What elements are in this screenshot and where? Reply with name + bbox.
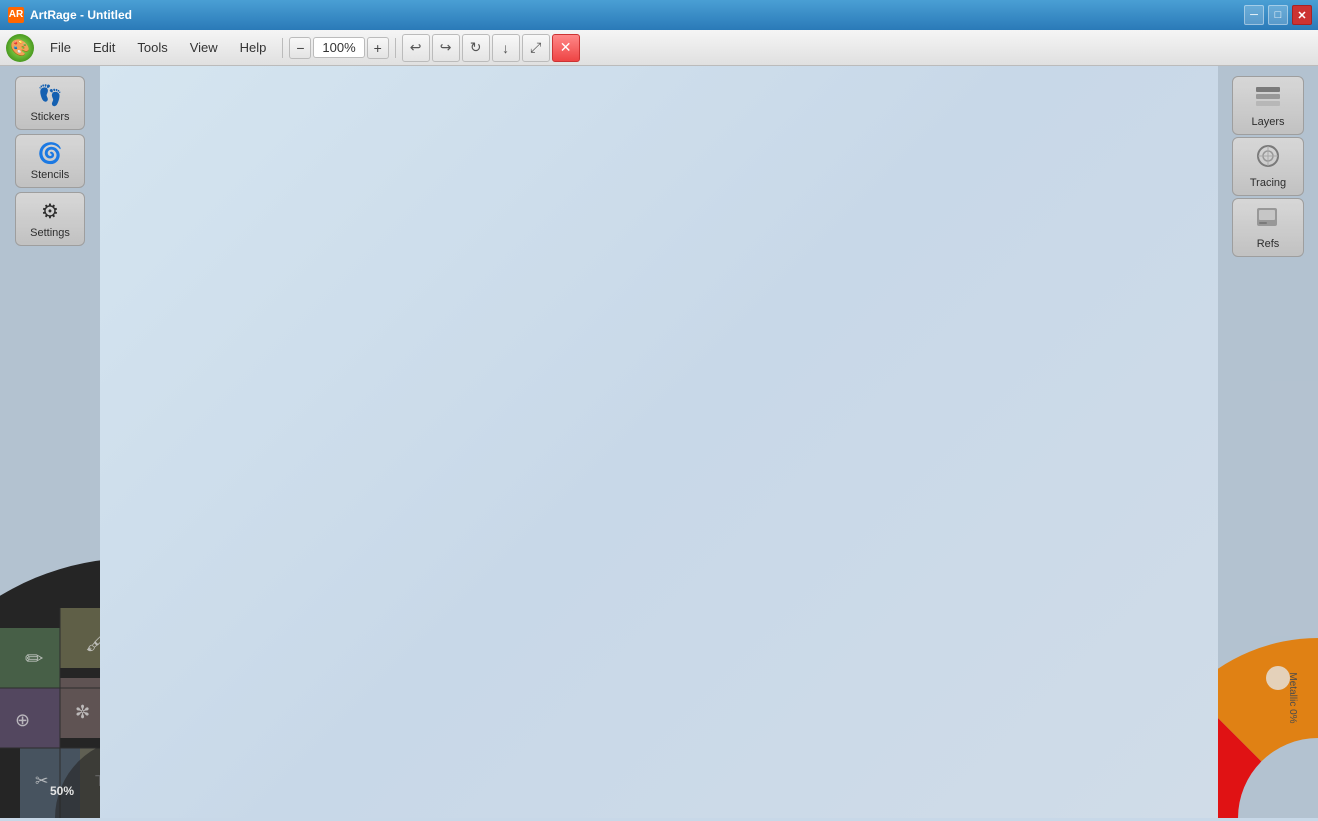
import-button[interactable]: ↓ bbox=[492, 34, 520, 62]
app-icon: AR bbox=[8, 7, 24, 23]
app-title: ArtRage - Untitled bbox=[30, 8, 132, 22]
zoom-value[interactable]: 100% bbox=[313, 37, 364, 58]
close-canvas-button[interactable]: ✕ bbox=[552, 34, 580, 62]
undo-button[interactable]: ↩ bbox=[402, 34, 430, 62]
fullscreen-button[interactable]: ⤢ bbox=[522, 34, 550, 62]
close-window-button[interactable]: ✕ bbox=[1292, 5, 1312, 25]
minimize-button[interactable]: ─ bbox=[1244, 5, 1264, 25]
separator-1 bbox=[282, 38, 283, 58]
rotate-button[interactable]: ↻ bbox=[462, 34, 490, 62]
zoom-out-button[interactable]: − bbox=[289, 37, 311, 59]
file-menu[interactable]: File bbox=[40, 36, 81, 59]
zoom-in-button[interactable]: + bbox=[367, 37, 389, 59]
edit-menu[interactable]: Edit bbox=[83, 36, 125, 59]
separator-2 bbox=[395, 38, 396, 58]
help-menu[interactable]: Help bbox=[230, 36, 277, 59]
zoom-control: − 100% + bbox=[289, 37, 388, 59]
app-logo: 🎨 bbox=[6, 34, 34, 62]
tools-menu[interactable]: Tools bbox=[127, 36, 177, 59]
redo-button[interactable]: ↪ bbox=[432, 34, 460, 62]
canvas-area[interactable] bbox=[100, 66, 1218, 818]
view-menu[interactable]: View bbox=[180, 36, 228, 59]
window-controls: ─ □ ✕ bbox=[1244, 5, 1312, 25]
menubar: 🎨 File Edit Tools View Help − 100% + ↩ ↪… bbox=[0, 30, 1318, 66]
titlebar: AR ArtRage - Untitled ─ □ ✕ bbox=[0, 0, 1318, 30]
maximize-button[interactable]: □ bbox=[1268, 5, 1288, 25]
